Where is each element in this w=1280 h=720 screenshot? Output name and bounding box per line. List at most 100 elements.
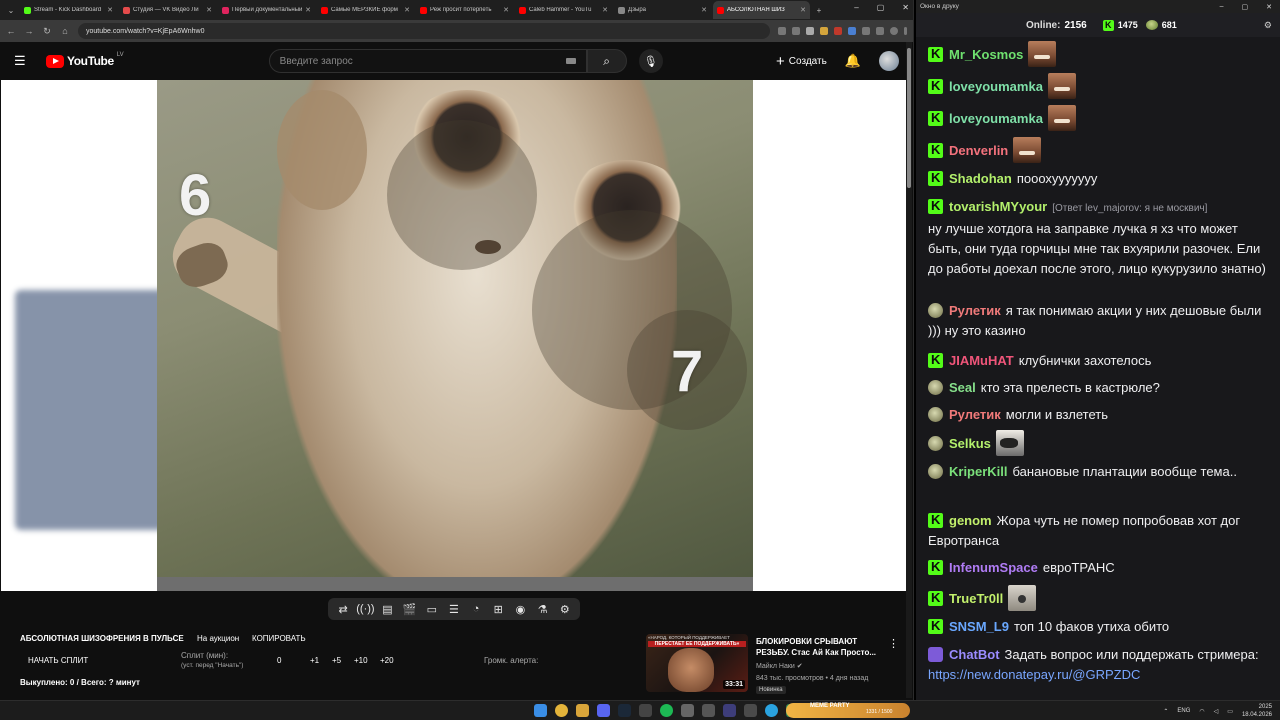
extension-icon[interactable] [848,27,856,35]
chat-username[interactable]: ChatBot [949,647,1000,662]
steam-icon[interactable] [618,704,631,717]
tab-close-icon[interactable]: ✕ [701,6,707,14]
spotify-icon[interactable] [660,704,673,717]
list-icon[interactable]: ☰ [445,603,463,616]
auction-button[interactable]: На аукцион [197,634,239,643]
browser-tab[interactable]: Дзыра ✕ [614,1,711,19]
step-button[interactable]: +10 [354,656,368,665]
chat-username[interactable]: loveyoumamka [949,79,1043,94]
step-button[interactable]: +20 [380,656,394,665]
tab-close-icon[interactable]: ✕ [206,6,212,14]
recommended-title[interactable]: БЛОКИРОВКИ СРЫВАЮТ РЕЗЬБУ. Стас Ай Как П… [756,636,886,658]
tray-arrow-icon[interactable]: ⌃ [1163,708,1168,715]
chrome-icon[interactable] [555,704,568,717]
menu-hamburger-icon[interactable]: ☰ [14,53,30,69]
close-window-icon[interactable]: ✕ [1266,3,1272,11]
clock[interactable]: 2025 18.04.2026 [1242,703,1272,719]
tab-close-icon[interactable]: ✕ [305,6,311,14]
battery-icon[interactable]: ▭ [1227,708,1233,715]
url-field[interactable]: youtube.com/watch?v=KjEpA6Wnhw0 [78,23,770,39]
tab-close-icon[interactable]: ✕ [107,6,113,14]
app-icon[interactable] [744,704,757,717]
settings-icon[interactable]: ⚙ [1264,20,1272,31]
split-value-field[interactable]: 0 [277,656,281,665]
maximize-icon[interactable]: ▢ [1242,3,1249,11]
chat-username[interactable]: Рулетик [949,407,1001,422]
page-scrollbar[interactable] [906,42,912,698]
clapper-icon[interactable]: 🎬 [401,603,419,616]
chat-username[interactable]: Shadohan [949,171,1012,186]
youtube-logo[interactable]: YouTube LV [46,52,124,68]
install-icon[interactable] [792,27,800,35]
avatar[interactable] [879,51,899,71]
search-button[interactable]: ⌕ [586,49,627,73]
gear-icon[interactable]: ⚙ [556,603,574,616]
copy-button[interactable]: КОПИРОВАТЬ [252,634,306,643]
close-window-icon[interactable]: ✕ [902,3,909,12]
browser-tab[interactable]: Caleb Hammer - YouTu ✕ [515,1,612,19]
extension-icon[interactable] [820,27,828,35]
wifi-icon[interactable]: ◠ [1199,708,1204,715]
windows-start-icon[interactable] [534,704,547,717]
browser-tab[interactable]: Stream - Kick Dashboard ✕ [20,1,117,19]
loop-icon[interactable]: ⇄ [334,603,352,616]
tab-close-icon[interactable]: ✕ [404,6,410,14]
browser-tab[interactable]: Студия — VK Видео Ли ✕ [119,1,216,19]
start-split-button[interactable]: НАЧАТЬ СПЛИТ [28,656,88,665]
browser-tab[interactable]: Самые МЕРЗКИЕ форм ✕ [317,1,414,19]
puzzle-icon[interactable] [862,27,870,35]
reload-icon[interactable]: ↻ [42,26,52,37]
download-icon[interactable] [876,27,884,35]
chat-username[interactable]: Рулетик [949,303,1001,318]
video-player[interactable]: 6 7 [1,80,907,591]
chat-username[interactable]: loveyoumamka [949,111,1043,126]
app-icon[interactable] [639,704,652,717]
app-icon[interactable] [723,704,736,717]
volume-icon[interactable]: ◁ [1214,708,1219,715]
back-icon[interactable]: ← [6,26,16,36]
minimize-icon[interactable]: – [854,3,858,12]
voice-search-button[interactable]: 🎙 [638,49,663,73]
zoom-icon[interactable] [778,27,786,35]
tab-close-icon[interactable]: ✕ [800,6,806,14]
browser-tab[interactable]: АБСОЛЮТНАЯ ШИЗ ✕ [713,1,810,19]
chat-username[interactable]: tovarishMYyour [949,199,1047,214]
channel-name[interactable]: Майкл Наки ✔ [756,662,803,670]
video-thumbnail[interactable]: «НАРОД, КОТОРЫЙ ПОДДЕРЖИВАЕТ ВЛАСТЬ, ПЕР… [646,634,748,692]
search-input[interactable]: Введите запрос [268,49,587,73]
chat-username[interactable]: KriperKill [949,464,1008,479]
bell-icon[interactable]: 🔔 [845,53,861,69]
broadcast-icon[interactable]: ((·)) [356,603,374,615]
language-indicator[interactable]: ENG [1177,708,1190,714]
create-button[interactable]: + Создать [776,54,827,69]
step-button[interactable]: +5 [332,656,341,665]
chat-username[interactable]: Mr_Kosmos [949,47,1023,62]
chat-username[interactable]: InfenumSpace [949,560,1038,575]
donate-link[interactable]: https://new.donatepay.ru/@GRPZDC [928,667,1140,682]
discord-icon[interactable] [597,704,610,717]
tab-list-icon[interactable]: ⌄ [4,6,18,15]
chat-username[interactable]: genom [949,513,992,528]
queue-icon[interactable]: ▤ [378,603,396,616]
chat-username[interactable]: Denverlin [949,143,1008,158]
plus-icon[interactable]: ⊞ [489,603,507,616]
scrollbar-thumb[interactable] [907,48,911,188]
chat-username[interactable]: Seal [949,380,976,395]
tab-close-icon[interactable]: ✕ [503,6,509,14]
app-icon[interactable] [681,704,694,717]
explorer-icon[interactable] [576,704,589,717]
recommended-video[interactable]: «НАРОД, КОТОРЫЙ ПОДДЕРЖИВАЕТ ВЛАСТЬ, ПЕР… [646,634,904,696]
keyboard-icon[interactable] [565,58,576,64]
extension-icon[interactable] [834,27,842,35]
app-icon[interactable] [702,704,715,717]
tab-close-icon[interactable]: ✕ [602,6,608,14]
home-icon[interactable]: ⌂ [60,26,70,36]
telegram-icon[interactable] [765,704,778,717]
flask-icon[interactable]: ⚗ [534,603,552,616]
browser-tab[interactable]: Реж просит потерпеть ✕ [416,1,513,19]
profile-icon[interactable] [890,27,898,35]
more-options-icon[interactable]: ⋮ [888,637,899,650]
new-tab-button[interactable]: + [812,6,826,15]
forward-icon[interactable]: → [24,26,34,36]
chat-username[interactable]: JIAMuHAT [949,353,1014,368]
